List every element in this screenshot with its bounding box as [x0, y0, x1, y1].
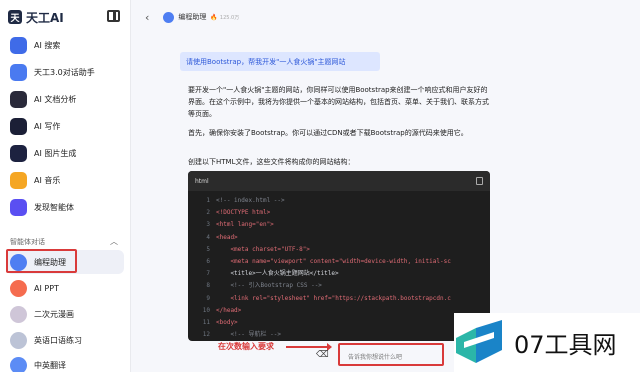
code-language: html — [195, 177, 209, 185]
code-text: <!-- index.html --> — [216, 197, 285, 204]
clear-icon[interactable]: ⌫ — [316, 350, 329, 360]
line-number: 6 — [206, 257, 210, 265]
agent-item[interactable]: 英语口语练习 — [6, 328, 124, 352]
code-text: <meta name="viewport" content="width=dev… — [216, 257, 451, 265]
document-icon — [10, 90, 27, 108]
watermark-logo-icon — [456, 319, 502, 363]
sidebar-item[interactable]: 天工3.0对话助手 — [6, 60, 124, 84]
sidebar-item[interactable]: AI 图片生成 — [6, 141, 124, 165]
image-icon — [10, 144, 27, 162]
copy-icon[interactable] — [476, 177, 483, 185]
sidebar-item-label: 天工3.0对话助手 — [34, 67, 95, 77]
music-icon — [10, 171, 27, 189]
code-body: 1 <!-- index.html --> 2 <!DOCTYPE html> 3 <ht… — [188, 191, 490, 341]
code-text: <!-- 导航栏 --> — [216, 331, 281, 339]
code-text: <!DOCTYPE html> — [216, 209, 271, 217]
ppt-icon — [10, 279, 27, 297]
sidebar-item-label: AI 写作 — [34, 121, 61, 131]
code-text: <body> — [216, 318, 238, 326]
line-number: 12 — [202, 331, 210, 339]
sidebar-item[interactable]: AI 音乐 — [6, 168, 124, 192]
sidebar-item[interactable]: 发现智能体 — [6, 195, 124, 219]
reply-paragraph: 要开发一个"一人食火锅"主题的网站，你同样可以使用Bootstrap来创建一个响… — [188, 86, 489, 118]
bot-name: 编程助理 — [178, 13, 207, 21]
sidebar: 天 天工AI AI 搜索天工3.0对话助手 AI 文档分析 AI 写作 AI 图片生成… — [0, 0, 131, 372]
code-line: 7 <title>一人食火锅主题网站</title> — [188, 268, 490, 280]
back-icon[interactable]: ‹ — [145, 11, 149, 24]
code-header: html — [188, 171, 490, 191]
input-highlight-box — [338, 343, 538, 366]
search-icon — [10, 36, 27, 54]
code-line: 3 <html lang="en"> — [188, 219, 490, 231]
agent-item-label: 二次元漫画 — [34, 309, 74, 319]
annotation-arrow — [286, 343, 332, 351]
code-line: 2 <!DOCTYPE html> — [188, 207, 490, 219]
agent-item[interactable]: AI PPT — [6, 276, 124, 300]
reply-paragraph: 创建以下HTML文件，这些文件将构成你的网站结构： — [188, 158, 355, 166]
code-block: html 1 <!-- index.html --> 2 <!DOCTYPE html… — [188, 171, 490, 341]
line-number: 8 — [206, 282, 210, 290]
chevron-up-icon[interactable]: ︿ — [110, 236, 118, 247]
line-number: 1 — [206, 197, 210, 204]
agent-item-label: 英语口语练习 — [34, 335, 82, 345]
line-number: 3 — [206, 221, 210, 229]
fire-icon: 🔥 — [210, 13, 218, 21]
sidebar-item-label: AI 图片生成 — [34, 148, 77, 158]
line-number: 10 — [202, 306, 210, 314]
agent-item[interactable]: 二次元漫画 — [6, 302, 124, 326]
sidebar-item[interactable]: AI 搜索 — [6, 33, 124, 57]
section-title: 智能体对话 — [10, 238, 45, 246]
code-line: 10 </head> — [188, 305, 490, 317]
code-line: 5 <meta charset="UTF-8"> — [188, 244, 490, 256]
sidebar-item-label: AI 文档分析 — [34, 94, 77, 104]
sidebar-item-label: 发现智能体 — [34, 202, 74, 212]
discover-icon — [10, 198, 27, 216]
code-line: 12 <!-- 导航栏 --> — [188, 329, 490, 341]
code-text: <html lang="en"> — [216, 221, 274, 229]
bot-avatar — [163, 11, 175, 23]
usage-count: 125.0万 — [219, 14, 240, 21]
english-icon — [10, 331, 27, 349]
translate-icon — [10, 356, 27, 372]
code-line: 4 <head> — [188, 232, 490, 244]
app-name: 天工AI — [26, 10, 64, 25]
line-number: 7 — [206, 270, 210, 278]
agent-item[interactable]: 中英翻译 — [6, 353, 124, 372]
chat-header: ‹ 编程助理 🔥 125.0万 — [131, 0, 640, 34]
agent-item-label: 中英翻译 — [34, 360, 66, 370]
collapse-sidebar-icon[interactable] — [107, 10, 120, 22]
sidebar-item[interactable]: AI 文档分析 — [6, 87, 124, 111]
code-text: <!-- 引入Bootstrap CSS --> — [216, 282, 322, 290]
code-line: 8 <!-- 引入Bootstrap CSS --> — [188, 280, 490, 292]
code-line: 1 <!-- index.html --> — [188, 195, 490, 207]
logo-icon: 天 — [8, 10, 22, 24]
reply-paragraph: 首先，确保你安装了Bootstrap。你可以通过CDN或者下载Bootstrap… — [188, 129, 468, 137]
line-number: 5 — [206, 245, 210, 253]
code-text: <meta charset="UTF-8"> — [216, 245, 310, 253]
sidebar-item-label: AI 音乐 — [34, 175, 61, 185]
code-line: 6 <meta name="viewport" content="width=d… — [188, 256, 490, 268]
line-number: 9 — [206, 294, 210, 302]
agent-item-label: AI PPT — [34, 283, 59, 293]
watermark: 07工具网 — [454, 313, 640, 372]
line-number: 4 — [206, 233, 210, 241]
pen-icon — [10, 117, 27, 135]
code-line: 11 <body> — [188, 317, 490, 329]
chat-icon — [10, 63, 27, 81]
code-line: 9 <link rel="stylesheet" href="https://s… — [188, 293, 490, 305]
code-text: <link rel="stylesheet" href="https://sta… — [216, 294, 451, 302]
anime-icon — [10, 305, 27, 323]
sidebar-item-label: AI 搜索 — [34, 40, 61, 50]
highlight-box — [6, 249, 77, 273]
code-text: </head> — [216, 306, 242, 314]
line-number: 11 — [202, 318, 210, 326]
user-message: 请使用Bootstrap，帮我开发"一人食火锅"主题网站 — [180, 52, 380, 71]
watermark-text: 07工具网 — [514, 331, 617, 359]
annotation-label: 在次数输入要求 — [218, 342, 274, 351]
code-text: <head> — [216, 233, 238, 241]
code-text: <title>一人食火锅主题网站</title> — [216, 270, 339, 278]
line-number: 2 — [206, 209, 210, 217]
sidebar-item[interactable]: AI 写作 — [6, 114, 124, 138]
